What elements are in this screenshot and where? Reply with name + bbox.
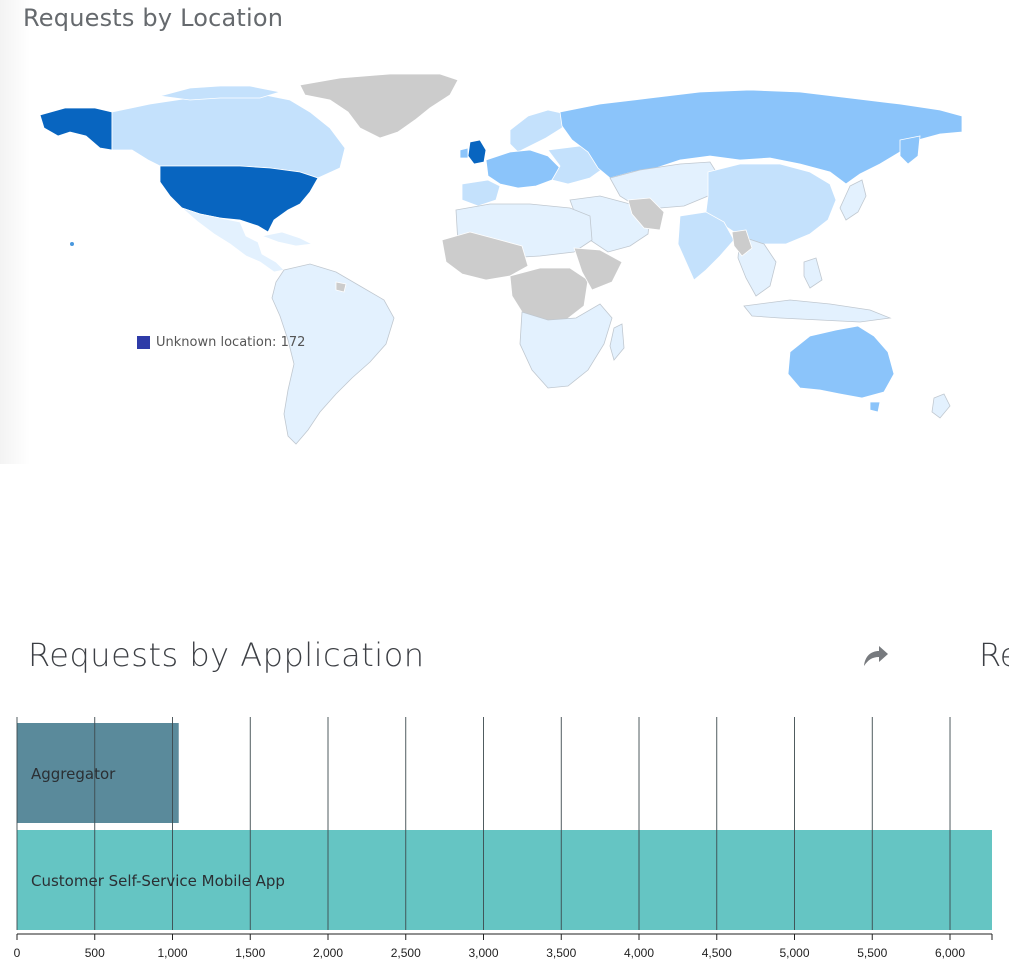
next-panel-title: Re	[979, 636, 1009, 674]
country-alaska[interactable]	[39, 107, 113, 151]
country-madagascar[interactable]	[609, 323, 625, 361]
app-chart-title: Requests by Application	[28, 636, 425, 674]
world-map	[39, 73, 963, 445]
country-new-zealand[interactable]	[931, 393, 951, 419]
country-south-america[interactable]	[271, 263, 395, 445]
x-tick-label: 1,500	[235, 946, 265, 960]
country-caribbean[interactable]	[260, 231, 314, 247]
x-tick-label: 500	[85, 946, 105, 960]
x-tick-label: 5,000	[779, 946, 809, 960]
country-ireland[interactable]	[459, 147, 469, 159]
map-legend: Unknown location: 172	[137, 335, 305, 350]
country-indonesia[interactable]	[743, 299, 892, 323]
country-philippines[interactable]	[803, 257, 823, 289]
share-arrow-icon[interactable]	[860, 642, 890, 670]
country-iberia[interactable]	[461, 179, 501, 207]
country-western-europe[interactable]	[485, 149, 561, 189]
bar-label: Customer Self-Service Mobile App	[31, 872, 285, 890]
map-title: Requests by Location	[23, 4, 284, 32]
country-french-guiana[interactable]	[335, 281, 347, 293]
x-tick-label: 0	[14, 946, 21, 960]
x-tick-label: 1,000	[157, 946, 187, 960]
x-tick-label: 6,000	[935, 946, 965, 960]
country-australia[interactable]	[787, 325, 895, 399]
country-scandinavia[interactable]	[509, 109, 567, 153]
country-uk[interactable]	[467, 139, 487, 165]
legend-label: Unknown location: 172	[156, 335, 306, 350]
country-tasmania[interactable]	[869, 401, 881, 413]
x-tick-label: 3,000	[468, 946, 498, 960]
country-russia-east[interactable]	[899, 135, 921, 165]
country-japan[interactable]	[839, 179, 867, 221]
x-tick-label: 4,000	[624, 946, 654, 960]
x-tick-label: 5,500	[857, 946, 887, 960]
requests-by-application-chart: 0 500 1,000 1,500 2,000 2,500 3,000 3,500 4,000 4…	[14, 717, 993, 960]
legend-swatch	[137, 336, 150, 349]
country-canada[interactable]	[111, 91, 346, 179]
x-tick-label: 2,500	[391, 946, 421, 960]
x-tick-label: 4,500	[702, 946, 732, 960]
x-tick-label: 3,500	[546, 946, 576, 960]
x-tick-label: 2,000	[313, 946, 343, 960]
bar-label: Aggregator	[31, 765, 116, 783]
hawaii-dot	[70, 242, 74, 246]
